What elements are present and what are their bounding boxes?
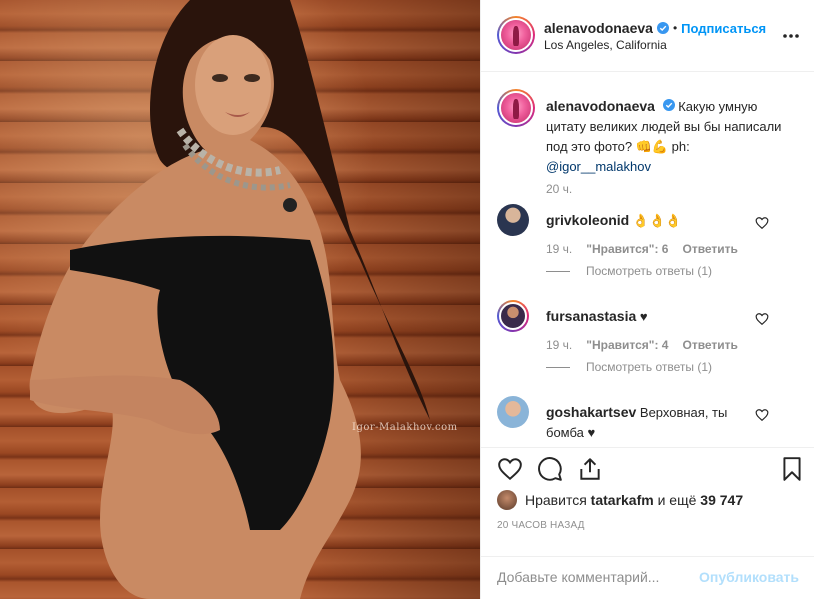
author-username[interactable]: alenavodonaeva xyxy=(544,20,653,36)
post-timestamp[interactable]: 20 ЧАСОВ НАЗАД xyxy=(497,520,585,531)
comment-like-heart-icon[interactable] xyxy=(755,216,769,230)
comment-avatar[interactable] xyxy=(497,300,529,332)
comment-username[interactable]: grivkoleonid xyxy=(546,212,629,228)
likes-suffix: и ещё xyxy=(657,492,697,508)
like-heart-icon[interactable] xyxy=(497,456,523,482)
comment-like-heart-icon[interactable] xyxy=(755,408,769,422)
caption-time[interactable]: 20 ч. xyxy=(546,182,572,196)
view-replies-label: Посмотреть ответы (1) xyxy=(586,264,713,278)
comment-avatar[interactable] xyxy=(497,396,529,428)
author-avatar[interactable] xyxy=(497,16,535,54)
instagram-post: Igor-Malakhov.com alenavodonaeva • Подпи… xyxy=(0,0,814,599)
comment-avatar[interactable] xyxy=(497,204,529,236)
post-header: alenavodonaeva • Подписаться Los Angeles… xyxy=(481,0,814,72)
caption-mention[interactable]: @igor__malakhov xyxy=(546,159,651,174)
comment-text: 👌👌👌 xyxy=(632,213,682,228)
replies-line xyxy=(546,270,570,272)
likes-summary[interactable]: Нравится tatarkafm и ещё 39 747 xyxy=(497,490,743,510)
comment-body: goshakartsev Верховная, ты бомба ♥ xyxy=(546,402,746,443)
likes-prefix: Нравится xyxy=(525,492,587,508)
caption-text: alenavodonaeva Какую умную цитату велики… xyxy=(546,96,786,177)
comment-meta: 19 ч. "Нравится": 6 Ответить xyxy=(546,242,738,256)
more-horizontal-icon[interactable] xyxy=(781,26,801,46)
comment-time[interactable]: 19 ч. xyxy=(546,338,572,352)
caption-username[interactable]: alenavodonaeva xyxy=(546,98,655,114)
comment-username[interactable]: goshakartsev xyxy=(546,404,636,420)
comment-likes[interactable]: "Нравится": 6 xyxy=(586,242,668,256)
view-replies-label: Посмотреть ответы (1) xyxy=(586,360,713,374)
verified-badge-icon xyxy=(656,22,669,34)
likes-user[interactable]: tatarkafm xyxy=(591,492,654,508)
separator-dot: • xyxy=(672,21,678,35)
comment-likes[interactable]: "Нравится": 4 xyxy=(586,338,668,352)
liker-avatar[interactable] xyxy=(497,490,517,510)
comment-text: ♥ xyxy=(639,309,648,324)
likes-count[interactable]: 39 747 xyxy=(700,492,743,508)
comment-username[interactable]: fursanastasia xyxy=(546,308,636,324)
comment-reply-button[interactable]: Ответить xyxy=(682,338,737,352)
comment-meta: 19 ч. "Нравится": 4 Ответить xyxy=(546,338,738,352)
comment-input[interactable] xyxy=(497,569,707,585)
verified-badge-icon xyxy=(662,99,675,111)
comment-body: fursanastasia ♥ xyxy=(546,306,756,327)
post-actions: Нравится tatarkafm и ещё 39 747 20 ЧАСОВ… xyxy=(481,447,814,598)
caption-avatar[interactable] xyxy=(497,89,535,127)
comment-body: grivkoleonid 👌👌👌 xyxy=(546,210,756,231)
view-replies-link[interactable]: Посмотреть ответы (1) xyxy=(546,264,712,278)
photo-watermark: Igor-Malakhov.com xyxy=(352,422,458,433)
add-comment-bar: Опубликовать xyxy=(481,556,814,599)
post-panel: alenavodonaeva • Подписаться Los Angeles… xyxy=(480,0,814,599)
comment-bubble-icon[interactable] xyxy=(537,456,563,482)
photo-illustration xyxy=(29,0,430,599)
view-replies-link[interactable]: Посмотреть ответы (1) xyxy=(546,360,712,374)
comment-like-heart-icon[interactable] xyxy=(755,312,769,326)
comment-reply-button[interactable]: Ответить xyxy=(682,242,737,256)
post-location[interactable]: Los Angeles, California xyxy=(544,38,667,52)
author-line: alenavodonaeva • Подписаться xyxy=(544,20,766,36)
follow-button[interactable]: Подписаться xyxy=(681,21,766,36)
comment-time[interactable]: 19 ч. xyxy=(546,242,572,256)
share-icon[interactable] xyxy=(577,456,603,482)
comments-list[interactable]: alenavodonaeva Какую умную цитату велики… xyxy=(481,72,814,447)
bookmark-icon[interactable] xyxy=(779,456,805,482)
post-photo[interactable]: Igor-Malakhov.com xyxy=(0,0,480,599)
publish-button[interactable]: Опубликовать xyxy=(699,569,799,585)
replies-line xyxy=(546,366,570,368)
